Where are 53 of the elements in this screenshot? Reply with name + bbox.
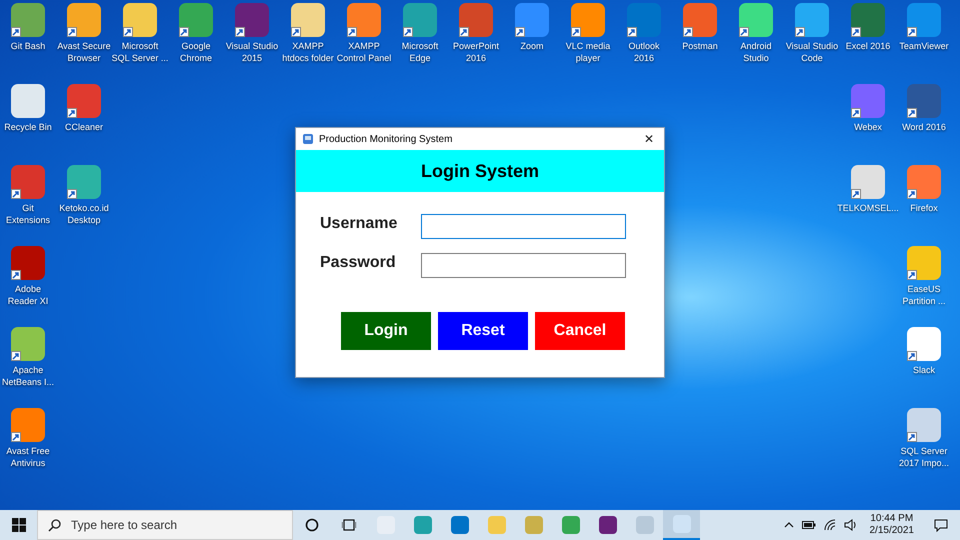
icon-label: Zoom bbox=[520, 40, 544, 52]
clock[interactable]: 10:44 PM 2/15/2021 bbox=[866, 513, 918, 537]
icon-label: Slack bbox=[912, 364, 935, 376]
icon-label: TeamViewer bbox=[899, 40, 949, 52]
battery-icon[interactable] bbox=[802, 521, 816, 529]
icon-label: Microsoft SQL Server ... bbox=[112, 40, 168, 64]
field-label: Username bbox=[320, 214, 398, 234]
chevron-up-icon[interactable] bbox=[784, 521, 794, 529]
app-icon[interactable] bbox=[11, 84, 45, 118]
icon-label: Postman bbox=[682, 40, 718, 52]
icon-label: Microsoft Edge bbox=[402, 40, 438, 64]
icon-label: Excel 2016 bbox=[846, 40, 890, 52]
icon-label: Word 2016 bbox=[902, 121, 946, 133]
icon-label: CCleaner bbox=[64, 121, 104, 133]
icon-label: Avast Free Antivirus bbox=[6, 445, 50, 469]
icon-label: Android Studio bbox=[740, 40, 772, 64]
icon-label: Adobe Reader XI bbox=[8, 283, 48, 307]
volume-icon[interactable] bbox=[844, 519, 858, 531]
icon-label: Avast Secure Browser bbox=[57, 40, 111, 64]
dialog-button[interactable]: Cancel bbox=[535, 312, 625, 350]
icon-label: VLC media player bbox=[566, 40, 610, 64]
input-field[interactable] bbox=[421, 214, 626, 239]
icon-label: Google Chrome bbox=[180, 40, 212, 64]
header-title: Login System bbox=[420, 160, 540, 183]
icon-label: Visual Studio 2015 bbox=[226, 40, 278, 64]
wifi-icon[interactable] bbox=[824, 519, 836, 531]
icon-label: Ketoko.co.id Desktop bbox=[59, 202, 109, 226]
app-window-icon bbox=[302, 133, 314, 145]
input-field[interactable] bbox=[421, 253, 626, 278]
icon-label: XAMPP htdocs folder bbox=[282, 40, 334, 64]
icon-label: Webex bbox=[854, 121, 882, 133]
speech-bubble-icon bbox=[934, 518, 948, 532]
icon-label: TELKOMSEL... bbox=[837, 202, 899, 214]
taskbar-app-icon[interactable] bbox=[663, 510, 700, 540]
dialog-button[interactable]: Reset bbox=[438, 312, 528, 350]
icon-label: Outlook 2016 bbox=[628, 40, 660, 64]
icon-label: SQL Server 2017 Impo... bbox=[898, 445, 950, 469]
icon-label: Visual Studio Code bbox=[786, 40, 838, 64]
windows-logo-icon bbox=[12, 518, 26, 532]
icon-label: Firefox bbox=[910, 202, 938, 214]
window-title: Production Monitoring System bbox=[319, 132, 454, 146]
icon-label: XAMPP Control Panel bbox=[336, 40, 392, 64]
icon-label: PowerPoint 2016 bbox=[452, 40, 500, 64]
icon-label: EaseUS Partition ... bbox=[902, 283, 946, 307]
dialog-button[interactable]: Login bbox=[341, 312, 431, 350]
field-label: Password bbox=[320, 252, 397, 272]
icon-label: Recycle Bin bbox=[4, 121, 52, 133]
close-button[interactable]: ✕ bbox=[640, 133, 658, 145]
icon-label: Apache NetBeans I... bbox=[2, 364, 54, 388]
search-icon bbox=[48, 518, 61, 532]
icon-label: Git Extensions bbox=[6, 202, 50, 226]
icon-label: Git Bash bbox=[10, 40, 46, 52]
search-field[interactable]: Type here to search bbox=[37, 510, 293, 540]
